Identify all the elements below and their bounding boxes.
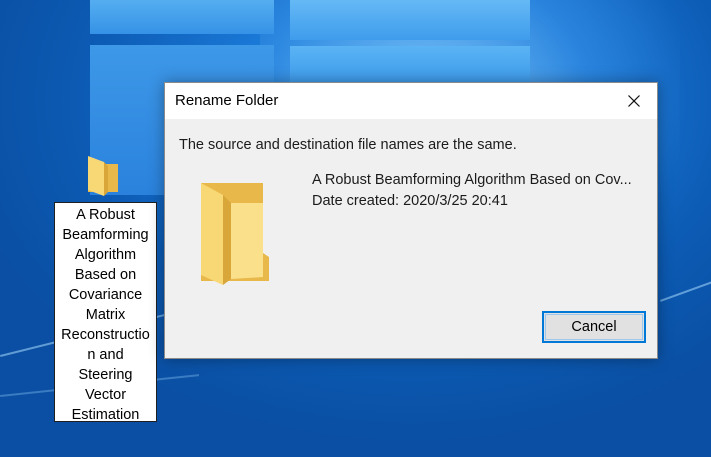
label-line: Steering: [78, 367, 133, 383]
dialog-message: The source and destination file names ar…: [179, 137, 517, 153]
cancel-button-label: Cancel: [571, 319, 617, 335]
label-line: Matrix: [85, 307, 126, 323]
cancel-button[interactable]: Cancel: [542, 311, 646, 343]
label-line: n and: [87, 347, 124, 363]
desktop-icon-label[interactable]: A Robust Beamforming Algorithm Based on …: [54, 202, 157, 423]
file-name: A Robust Beamforming Algorithm Based on …: [312, 172, 632, 188]
windows-logo-pane: [290, 46, 530, 82]
folder-icon[interactable]: [86, 154, 120, 196]
label-line: Based on: [74, 267, 137, 283]
dialog-titlebar[interactable]: Rename Folder: [165, 83, 657, 119]
close-button[interactable]: [611, 83, 657, 119]
label-line: Vector: [84, 387, 127, 403]
close-icon: [628, 95, 640, 107]
label-line: Algorithm: [74, 247, 137, 263]
rename-folder-dialog: Rename Folder The source and destination…: [164, 82, 658, 359]
label-line: A Robust: [76, 207, 135, 223]
windows-logo-pane: [290, 0, 530, 40]
label-line: Estimation: [71, 407, 140, 423]
label-line: Covariance: [68, 287, 143, 303]
file-date-created: Date created: 2020/3/25 20:41: [312, 193, 508, 209]
label-line: Reconstructio: [61, 327, 150, 343]
label-line: Beamforming: [62, 227, 149, 243]
windows-logo-pane: [90, 0, 274, 34]
folder-icon: [201, 183, 269, 285]
dialog-title: Rename Folder: [175, 92, 279, 109]
